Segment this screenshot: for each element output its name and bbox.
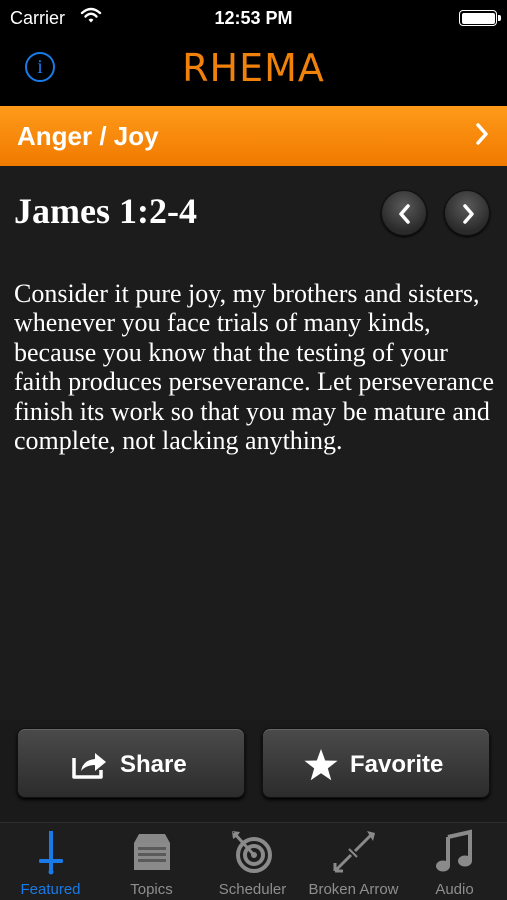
tab-featured[interactable]: Featured — [0, 823, 101, 900]
share-label: Share — [120, 751, 187, 778]
star-icon — [304, 749, 338, 781]
chevron-right-icon — [463, 204, 474, 224]
tab-broken-arrow[interactable]: Broken Arrow — [303, 823, 404, 900]
music-note-icon — [436, 829, 472, 872]
box-icon — [134, 834, 170, 870]
app-title: RHEMA — [182, 46, 325, 90]
tab-label: Scheduler — [218, 881, 287, 898]
share-icon — [72, 753, 106, 779]
category-selector[interactable]: Anger / Joy — [0, 106, 507, 166]
verse-reference: James 1:2-4 — [14, 191, 197, 231]
tab-label: Audio — [435, 881, 474, 898]
previous-verse-button[interactable] — [381, 190, 427, 236]
status-bar: Carrier 12:53 PM — [0, 0, 507, 36]
favorite-label: Favorite — [350, 751, 444, 778]
tab-scheduler[interactable]: Scheduler — [202, 823, 303, 900]
tab-label: Topics — [130, 881, 173, 898]
battery-icon — [459, 10, 501, 26]
broken-arrow-icon — [333, 831, 375, 873]
action-bar: Share Favorite — [0, 720, 507, 822]
tab-label: Broken Arrow — [308, 881, 399, 898]
category-label: Anger / Joy — [17, 121, 159, 151]
share-button[interactable]: Share — [17, 728, 245, 798]
chevron-left-icon — [399, 204, 410, 224]
next-verse-button[interactable] — [444, 190, 490, 236]
status-time: 12:53 PM — [214, 8, 293, 28]
favorite-button[interactable]: Favorite — [262, 728, 490, 798]
tab-bar: Featured Topics Scheduler Broken Arrow A… — [0, 822, 507, 900]
tab-label: Featured — [20, 881, 81, 898]
target-icon — [232, 831, 272, 873]
chevron-right-icon — [476, 123, 488, 145]
tab-audio[interactable]: Audio — [404, 823, 505, 900]
nav-bar: i RHEMA — [0, 36, 507, 106]
tab-topics[interactable]: Topics — [101, 823, 202, 900]
verse-text: Consider it pure joy, my brothers and si… — [14, 279, 494, 456]
sword-icon — [39, 831, 63, 875]
